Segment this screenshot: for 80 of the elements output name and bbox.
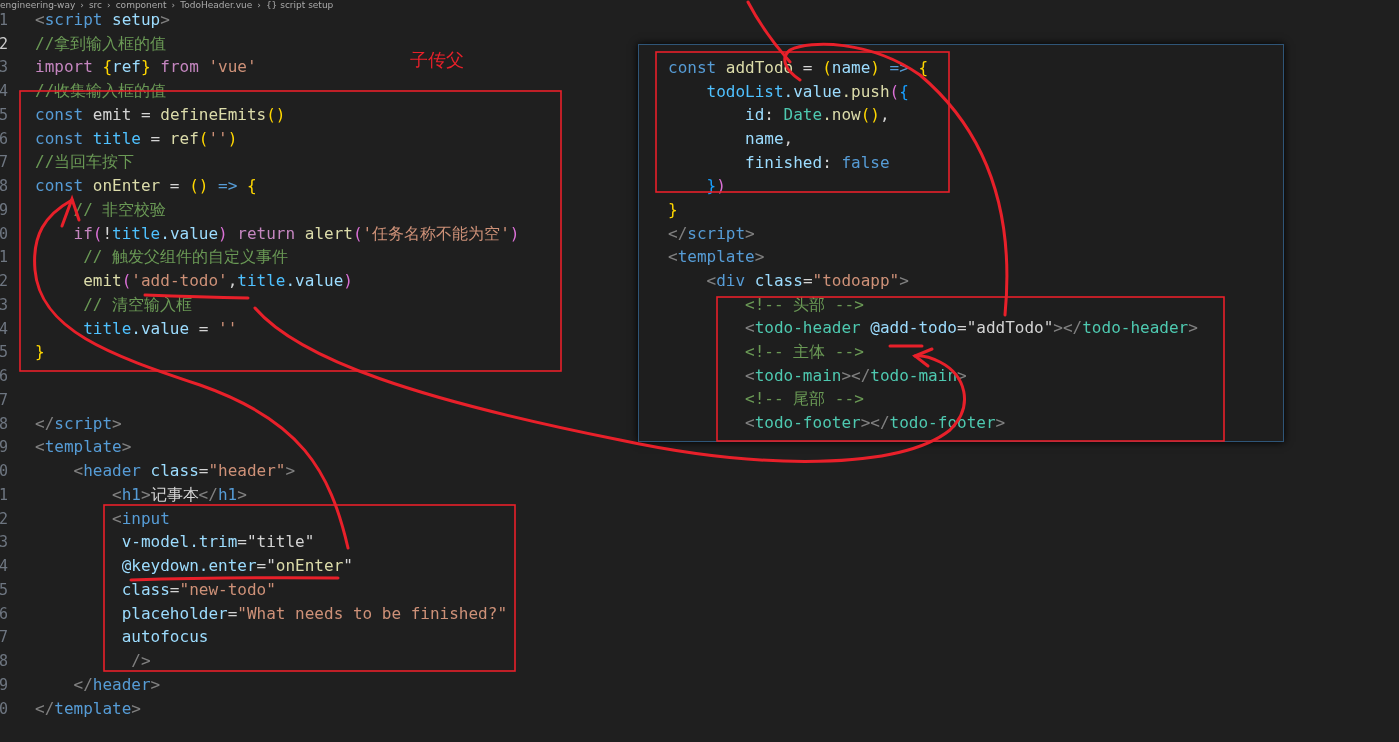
line-number: 6 xyxy=(0,129,8,148)
line-number: 7 xyxy=(0,153,8,172)
code-line: }) xyxy=(705,177,726,196)
code-line: </script> xyxy=(35,414,122,433)
code-line: title.value = '' xyxy=(82,319,238,338)
breadcrumb-item[interactable]: engineering-way xyxy=(0,0,76,10)
code-line: <script setup> xyxy=(35,10,170,29)
line-number: 2 xyxy=(0,272,8,291)
line-number: 2 xyxy=(0,509,8,528)
code-line: import {ref} from 'vue' xyxy=(35,58,257,77)
breadcrumb-item[interactable]: TodoHeader.vue xyxy=(180,0,253,10)
code-line: <!-- 尾部 --> xyxy=(744,390,864,409)
code-line: <header class="header"> xyxy=(72,462,296,481)
line-number: 8 xyxy=(0,652,8,671)
code-line: </header> xyxy=(72,675,161,694)
line-number: 5 xyxy=(0,343,8,362)
line-number: 0 xyxy=(0,699,8,718)
code-line: //拿到输入框的值 xyxy=(35,34,167,53)
code-line: placeholder="What needs to be finished?" xyxy=(120,604,507,623)
code-line: /> xyxy=(130,652,151,671)
line-number: 8 xyxy=(0,414,8,433)
code-line: todoList.value.push({ xyxy=(705,82,909,101)
line-number: 0 xyxy=(0,224,8,243)
line-number: 9 xyxy=(0,675,8,694)
line-number: 4 xyxy=(0,82,8,101)
code-line: <!-- 主体 --> xyxy=(744,343,864,362)
line-number: 9 xyxy=(0,200,8,219)
line-number: 3 xyxy=(0,533,8,552)
code-line: </template> xyxy=(35,699,141,718)
breadcrumb-item[interactable]: {} script setup xyxy=(265,0,334,10)
code-line: const title = ref('') xyxy=(35,129,238,148)
code-line: // 清空输入框 xyxy=(82,295,193,314)
code-line: autofocus xyxy=(120,628,209,647)
line-number: 5 xyxy=(0,105,8,124)
code-line: const onEnter = () => { xyxy=(35,177,257,196)
code-line: finished: false xyxy=(744,153,890,172)
line-number: 4 xyxy=(0,319,8,338)
line-number: 5 xyxy=(0,580,8,599)
code-line: @keydown.enter="onEnter" xyxy=(120,557,353,576)
line-number: 0 xyxy=(0,462,8,481)
code-line: <!-- 头部 --> xyxy=(744,295,864,314)
breadcrumb-item[interactable]: src xyxy=(88,0,103,10)
code-line: <template> xyxy=(35,438,132,457)
breadcrumb-separator: › xyxy=(257,0,261,10)
line-number: 2 xyxy=(0,34,8,53)
breadcrumb-item[interactable]: component xyxy=(115,0,167,10)
breadcrumb-separator: › xyxy=(107,0,111,10)
code-line: </script> xyxy=(668,224,755,243)
code-line: //当回车按下 xyxy=(35,153,135,172)
code-line: } xyxy=(668,200,678,219)
line-number: 3 xyxy=(0,58,8,77)
line-number: 9 xyxy=(0,438,8,457)
code-line: <input xyxy=(111,509,170,528)
line-number: 7 xyxy=(0,628,8,647)
code-line: <todo-header @add-todo="addTodo"></todo-header> xyxy=(744,319,1198,338)
code-line: const emit = defineEmits() xyxy=(35,105,286,124)
annotation-label: 子传父 xyxy=(410,48,464,72)
breadcrumb-separator: › xyxy=(80,0,84,10)
line-number: 1 xyxy=(0,485,8,504)
line-number: 1 xyxy=(0,10,8,29)
line-number: 6 xyxy=(0,367,8,386)
code-line: <template> xyxy=(668,248,765,267)
line-number: 4 xyxy=(0,557,8,576)
code-line: emit('add-todo',title.value) xyxy=(82,272,353,291)
code-line: id: Date.now(), xyxy=(744,106,890,125)
line-number: 7 xyxy=(0,390,8,409)
code-line: // 触发父组件的自定义事件 xyxy=(82,248,289,267)
underline-mark xyxy=(888,344,924,348)
line-number: 6 xyxy=(0,604,8,623)
code-line: v-model.trim="title" xyxy=(120,533,315,552)
line-number: 8 xyxy=(0,177,8,196)
code-line: class="new-todo" xyxy=(120,580,276,599)
breadcrumb-separator: › xyxy=(171,0,176,10)
code-line: name, xyxy=(744,129,794,148)
line-number: 3 xyxy=(0,295,8,314)
code-line: <h1>记事本</h1> xyxy=(111,485,247,504)
line-number: 1 xyxy=(0,248,8,267)
code-line: if(!title.value) return alert('任务名称不能为空') xyxy=(72,224,520,243)
code-line: } xyxy=(35,343,45,362)
code-line: <div class="todoapp"> xyxy=(705,272,909,291)
